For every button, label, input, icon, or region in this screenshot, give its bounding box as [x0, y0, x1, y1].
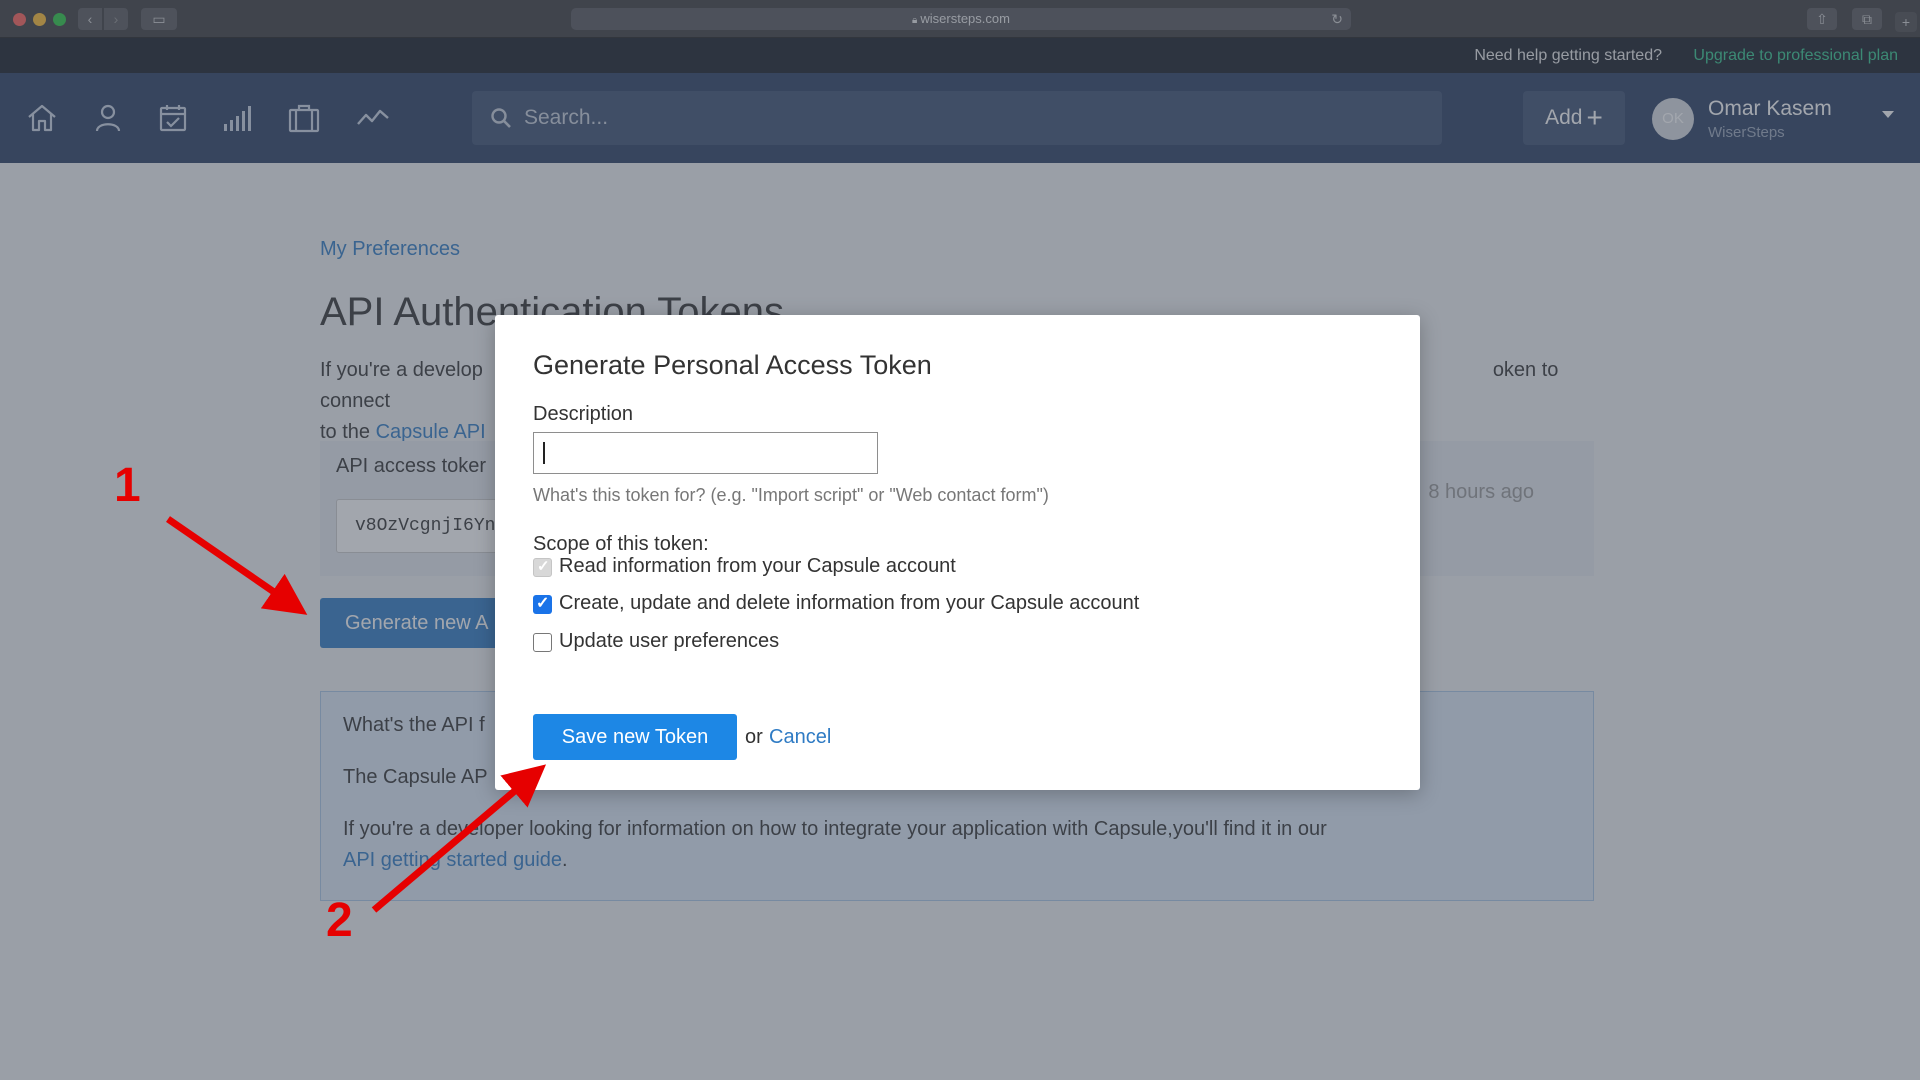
scope-label: Scope of this token:	[533, 533, 709, 555]
modal-backdrop[interactable]: Generate Personal Access Token Descripti…	[0, 0, 1920, 1080]
description-help-text: What's this token for? (e.g. "Import scr…	[533, 485, 1049, 505]
scope-write-checkbox[interactable]	[533, 593, 552, 614]
scope-read-checkbox	[533, 557, 552, 577]
cancel-link[interactable]: Cancel	[769, 726, 831, 749]
dialog-title: Generate Personal Access Token	[533, 350, 932, 380]
annotation-step-2: 2	[326, 894, 353, 947]
scope-write-label[interactable]: Create, update and delete information fr…	[559, 592, 1139, 615]
save-token-button[interactable]: Save new Token	[533, 714, 737, 760]
scope-preferences-checkbox[interactable]	[533, 633, 552, 652]
or-text: or	[745, 726, 763, 748]
annotation-step-1: 1	[114, 459, 141, 512]
description-label: Description	[533, 403, 634, 425]
description-input[interactable]	[533, 432, 878, 474]
generate-token-dialog: Generate Personal Access Token Descripti…	[495, 315, 1420, 790]
scope-preferences-label[interactable]: Update user preferences	[559, 630, 779, 653]
scope-read-label: Read information from your Capsule accou…	[559, 555, 956, 577]
text-cursor	[543, 442, 545, 464]
